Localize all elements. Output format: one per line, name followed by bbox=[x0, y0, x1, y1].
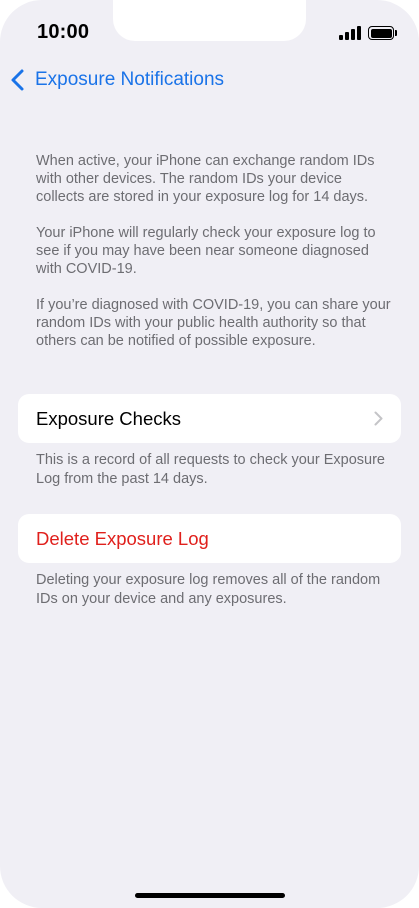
notch bbox=[113, 0, 306, 41]
phone-screen: 10:00 Exposure Notifications When active… bbox=[0, 0, 419, 908]
chevron-right-icon bbox=[374, 411, 383, 426]
home-indicator[interactable] bbox=[135, 893, 285, 898]
chevron-left-icon[interactable] bbox=[9, 68, 25, 92]
battery-icon bbox=[368, 26, 398, 40]
exposure-checks-label: Exposure Checks bbox=[36, 408, 181, 429]
delete-log-footer: Deleting your exposure log removes all o… bbox=[36, 572, 381, 607]
intro-description: When active, your iPhone can exchange ra… bbox=[36, 152, 392, 368]
exposure-checks-footer: This is a record of all requests to chec… bbox=[36, 452, 385, 487]
delete-exposure-log-label: Delete Exposure Log bbox=[36, 528, 209, 549]
intro-paragraph: If you’re diagnosed with COVID-19, you c… bbox=[36, 297, 391, 349]
cellular-signal-icon bbox=[339, 26, 361, 40]
status-time: 10:00 bbox=[37, 21, 90, 43]
exposure-checks-row[interactable]: Exposure Checks bbox=[18, 394, 401, 443]
back-button-label[interactable]: Exposure Notifications bbox=[35, 69, 224, 91]
intro-paragraph: When active, your iPhone can exchange ra… bbox=[36, 153, 375, 205]
intro-paragraph: Your iPhone will regularly check your ex… bbox=[36, 225, 376, 277]
delete-exposure-log-button[interactable]: Delete Exposure Log bbox=[18, 514, 401, 563]
